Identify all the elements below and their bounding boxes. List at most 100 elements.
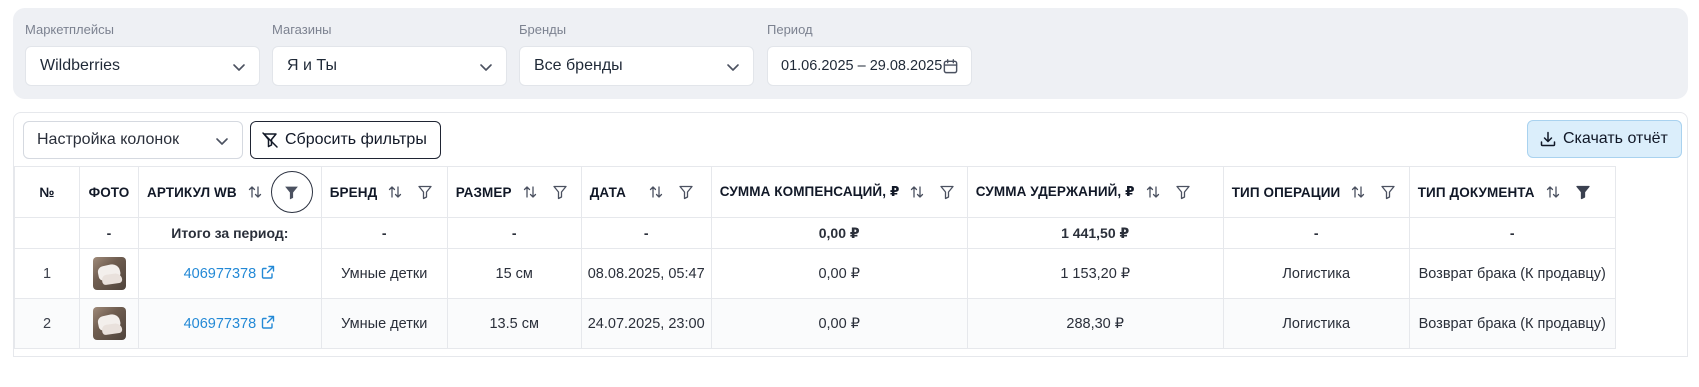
chevron-down-icon bbox=[727, 64, 739, 71]
filter-icon[interactable] bbox=[1575, 184, 1591, 200]
total-row: - Итого за период: - - - 0,00 ₽ 1 441,50… bbox=[14, 217, 1616, 249]
filter-active-icon[interactable] bbox=[270, 171, 313, 213]
product-thumbnail[interactable] bbox=[92, 307, 126, 340]
download-icon bbox=[1540, 131, 1556, 147]
article-link-text: 406977378 bbox=[183, 265, 257, 282]
product-thumbnail[interactable] bbox=[92, 257, 126, 290]
article-link[interactable]: 406977378 bbox=[183, 315, 277, 332]
article-link-text: 406977378 bbox=[183, 315, 257, 332]
row-num: 1 bbox=[14, 248, 80, 299]
row-photo bbox=[79, 298, 139, 349]
header-deduction-label: СУММА УДЕРЖАНИЙ, ₽ bbox=[975, 184, 1135, 199]
row-deduction: 288,30 ₽ bbox=[966, 298, 1224, 349]
table-row: 2 406977378 Умные детки 13.5 см 24.07.20… bbox=[14, 298, 1616, 349]
reset-filters-button[interactable]: Сбросить фильтры bbox=[250, 121, 441, 159]
total-document-cell: - bbox=[1408, 217, 1616, 249]
header-operation-label: ТИП ОПЕРАЦИИ bbox=[1231, 184, 1341, 200]
sort-icon[interactable] bbox=[648, 184, 664, 200]
column-settings-label: Настройка колонок bbox=[37, 131, 180, 148]
report-table-card: Настройка колонок Сбросить фильтры Скача… bbox=[13, 112, 1688, 357]
store-select[interactable]: Я и Ты bbox=[272, 46, 507, 86]
row-operation: Логистика bbox=[1222, 248, 1410, 299]
download-report-button[interactable]: Скачать отчёт bbox=[1527, 120, 1682, 158]
chevron-down-icon bbox=[480, 64, 492, 71]
header-photo-label: ФОТО bbox=[88, 184, 130, 200]
header-date: ДАТА bbox=[580, 166, 712, 218]
total-date-cell: - bbox=[580, 217, 712, 249]
total-operation-cell: - bbox=[1222, 217, 1410, 249]
store-value: Я и Ты bbox=[287, 57, 337, 74]
total-deduction-cell: 1 441,50 ₽ bbox=[966, 217, 1224, 249]
total-compensation-cell: 0,00 ₽ bbox=[710, 217, 968, 249]
brand-filter: Бренды Все бренды bbox=[519, 22, 754, 86]
sort-icon[interactable] bbox=[387, 184, 403, 200]
sort-icon[interactable] bbox=[909, 184, 925, 200]
sort-icon[interactable] bbox=[1350, 184, 1366, 200]
period-label: Период bbox=[767, 22, 813, 37]
row-operation: Логистика bbox=[1222, 298, 1410, 349]
sort-icon[interactable] bbox=[1145, 184, 1161, 200]
header-size: РАЗМЕР bbox=[446, 166, 582, 218]
marketplace-label: Маркетплейсы bbox=[25, 22, 114, 37]
sort-icon[interactable] bbox=[522, 184, 538, 200]
period-value: 01.06.2025 – 29.08.2025 bbox=[781, 58, 943, 74]
filter-icon[interactable] bbox=[1380, 184, 1396, 200]
header-document-label: ТИП ДОКУМЕНТА bbox=[1417, 184, 1535, 200]
sort-icon[interactable] bbox=[247, 184, 263, 200]
header-compensation: СУММА КОМПЕНСАЦИЙ, ₽ bbox=[710, 166, 968, 218]
marketplace-filter: Маркетплейсы Wildberries bbox=[25, 22, 260, 86]
chevron-down-icon bbox=[233, 64, 245, 71]
chevron-down-icon bbox=[216, 138, 228, 145]
filter-icon[interactable] bbox=[678, 184, 694, 200]
period-filter: Период 01.06.2025 – 29.08.2025 bbox=[767, 22, 972, 86]
table-row: 1 406977378 Умные детки 15 см 08.08.2025… bbox=[14, 248, 1616, 299]
header-brand: БРЕНД bbox=[320, 166, 448, 218]
row-article: 406977378 bbox=[138, 248, 322, 299]
total-num-cell bbox=[14, 217, 80, 249]
filter-icon[interactable] bbox=[1175, 184, 1191, 200]
row-size: 13.5 см bbox=[446, 298, 582, 349]
header-deduction: СУММА УДЕРЖАНИЙ, ₽ bbox=[966, 166, 1224, 218]
header-compensation-label: СУММА КОМПЕНСАЦИЙ, ₽ bbox=[719, 184, 900, 199]
row-num: 2 bbox=[14, 298, 80, 349]
filter-icon[interactable] bbox=[939, 184, 955, 200]
brand-label: Бренды bbox=[519, 22, 567, 37]
row-brand: Умные детки bbox=[320, 298, 448, 349]
header-size-label: РАЗМЕР bbox=[455, 184, 512, 200]
period-picker[interactable]: 01.06.2025 – 29.08.2025 bbox=[767, 46, 972, 86]
total-size-cell: - bbox=[446, 217, 582, 249]
column-settings-button[interactable]: Настройка колонок bbox=[23, 121, 243, 159]
article-link[interactable]: 406977378 bbox=[183, 265, 277, 282]
reset-filters-label: Сбросить фильтры bbox=[285, 131, 427, 148]
brand-value: Все бренды bbox=[534, 57, 623, 74]
row-brand: Умные детки bbox=[320, 248, 448, 299]
store-label: Магазины bbox=[272, 22, 332, 37]
filter-icon[interactable] bbox=[552, 184, 568, 200]
filter-panel: Маркетплейсы Wildberries Магазины Я и Ты… bbox=[13, 8, 1688, 99]
table-header-row: № ФОТО АРТИКУЛ WB БРЕНД РАЗМЕР ДАТА СУММ… bbox=[14, 166, 1616, 218]
row-document: Возврат брака (К продавцу) bbox=[1408, 298, 1616, 349]
brand-select[interactable]: Все бренды bbox=[519, 46, 754, 86]
row-deduction: 1 153,20 ₽ bbox=[966, 248, 1224, 299]
header-document: ТИП ДОКУМЕНТА bbox=[1408, 166, 1616, 218]
header-article: АРТИКУЛ WB bbox=[138, 166, 322, 218]
row-document: Возврат брака (К продавцу) bbox=[1408, 248, 1616, 299]
row-compensation: 0,00 ₽ bbox=[710, 248, 968, 299]
filter-off-icon bbox=[262, 132, 278, 148]
calendar-icon bbox=[943, 59, 958, 74]
header-photo: ФОТО bbox=[79, 166, 139, 218]
marketplace-select[interactable]: Wildberries bbox=[25, 46, 260, 86]
row-date: 08.08.2025, 05:47 bbox=[580, 248, 712, 299]
row-photo bbox=[79, 248, 139, 299]
header-article-label: АРТИКУЛ WB bbox=[147, 184, 237, 200]
header-num: № bbox=[14, 166, 80, 218]
row-size: 15 см bbox=[446, 248, 582, 299]
row-article: 406977378 bbox=[138, 298, 322, 349]
report-table: № ФОТО АРТИКУЛ WB БРЕНД РАЗМЕР ДАТА СУММ… bbox=[14, 166, 1616, 349]
header-num-label: № bbox=[39, 184, 55, 200]
filter-icon[interactable] bbox=[417, 184, 433, 200]
download-report-label: Скачать отчёт bbox=[1563, 130, 1668, 147]
sort-icon[interactable] bbox=[1545, 184, 1561, 200]
header-date-label: ДАТА bbox=[589, 184, 626, 200]
row-date: 24.07.2025, 23:00 bbox=[580, 298, 712, 349]
